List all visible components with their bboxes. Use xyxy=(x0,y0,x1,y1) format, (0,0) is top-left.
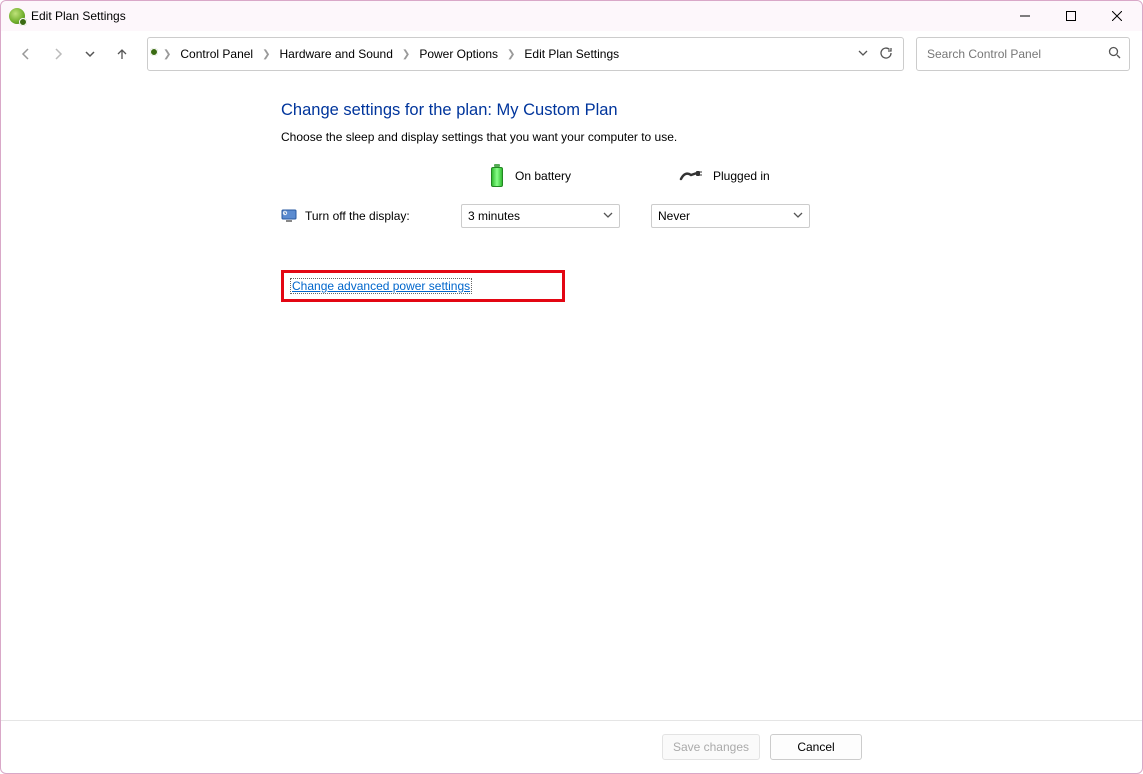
display-icon xyxy=(281,208,297,224)
display-plugged-value: Never xyxy=(658,209,690,223)
address-bar[interactable]: ❯ Control Panel ❯ Hardware and Sound ❯ P… xyxy=(147,37,904,71)
nav-back-button[interactable] xyxy=(13,41,39,67)
display-battery-select[interactable]: 3 minutes xyxy=(461,204,620,228)
advanced-link-row: Change advanced power settings xyxy=(281,270,901,302)
column-plugged-in-label: Plugged in xyxy=(713,169,770,183)
window-title: Edit Plan Settings xyxy=(31,9,126,23)
highlight-annotation: Change advanced power settings xyxy=(281,270,565,302)
page-subtext: Choose the sleep and display settings th… xyxy=(281,130,901,144)
change-advanced-link[interactable]: Change advanced power settings xyxy=(290,278,472,294)
column-on-battery: On battery xyxy=(461,162,631,190)
save-changes-button[interactable]: Save changes xyxy=(662,734,760,760)
nav-recent-button[interactable] xyxy=(77,41,103,67)
app-icon xyxy=(9,8,25,24)
chevron-down-icon xyxy=(603,209,613,223)
chevron-down-icon xyxy=(793,209,803,223)
plug-icon xyxy=(679,169,703,183)
nav-forward-button[interactable] xyxy=(45,41,71,67)
column-on-battery-label: On battery xyxy=(515,169,571,183)
content-area: Change settings for the plan: My Custom … xyxy=(1,77,1142,720)
chevron-right-icon[interactable]: ❯ xyxy=(399,49,413,60)
close-button[interactable] xyxy=(1094,1,1140,31)
cancel-button[interactable]: Cancel xyxy=(770,734,862,760)
refresh-button[interactable] xyxy=(879,46,893,63)
chevron-right-icon[interactable]: ❯ xyxy=(160,49,174,60)
display-plugged-select[interactable]: Never xyxy=(651,204,810,228)
titlebar: Edit Plan Settings xyxy=(1,1,1142,31)
search-box[interactable] xyxy=(916,37,1130,71)
row-turn-off-display-label: Turn off the display: xyxy=(305,209,410,223)
toolbar: ❯ Control Panel ❯ Hardware and Sound ❯ P… xyxy=(1,31,1142,77)
minimize-button[interactable] xyxy=(1002,1,1048,31)
search-input[interactable] xyxy=(925,46,1102,62)
chevron-right-icon[interactable]: ❯ xyxy=(504,49,518,60)
footer-bar: Save changes Cancel xyxy=(1,720,1142,773)
window-root: Edit Plan Settings ❯ Control Panel xyxy=(0,0,1143,774)
column-plugged-in: Plugged in xyxy=(651,162,821,190)
battery-icon xyxy=(489,164,505,188)
settings-grid: On battery Plugged in xyxy=(281,162,901,228)
breadcrumb-control-panel[interactable]: Control Panel xyxy=(178,47,255,61)
page-heading: Change settings for the plan: My Custom … xyxy=(281,101,901,120)
search-icon[interactable] xyxy=(1108,46,1121,62)
display-battery-value: 3 minutes xyxy=(468,209,520,223)
plan-settings-panel: Change settings for the plan: My Custom … xyxy=(281,101,901,302)
address-dropdown-button[interactable] xyxy=(857,47,869,62)
nav-up-button[interactable] xyxy=(109,41,135,67)
row-turn-off-display: Turn off the display: xyxy=(281,208,441,224)
breadcrumb-hardware-and-sound[interactable]: Hardware and Sound xyxy=(278,47,395,61)
maximize-button[interactable] xyxy=(1048,1,1094,31)
breadcrumb-edit-plan-settings[interactable]: Edit Plan Settings xyxy=(522,47,621,61)
breadcrumb-power-options[interactable]: Power Options xyxy=(417,47,500,61)
chevron-right-icon[interactable]: ❯ xyxy=(259,49,273,60)
